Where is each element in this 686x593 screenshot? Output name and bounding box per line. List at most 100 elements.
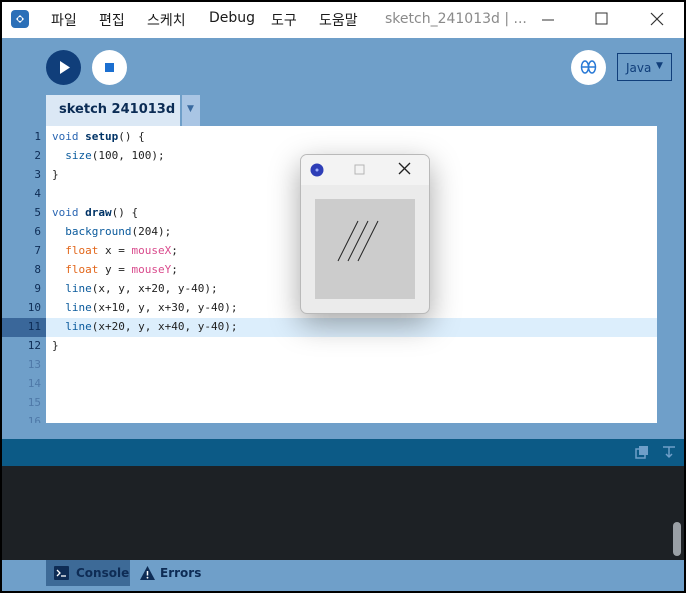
menu-debug[interactable]: Debug — [209, 10, 255, 26]
code-line[interactable]: size(100, 100); — [52, 149, 165, 162]
toolbar: Java ▼ — [2, 38, 684, 96]
sketch-maximize-button[interactable] — [353, 163, 367, 177]
code-token: } — [52, 339, 59, 352]
run-button[interactable] — [46, 50, 81, 85]
line-number: 10 — [27, 301, 41, 314]
line-number: 9 — [34, 282, 41, 295]
stop-button[interactable] — [92, 50, 127, 85]
menu-sketch[interactable]: 스케치 — [147, 10, 186, 30]
menu-edit[interactable]: 편집 — [99, 10, 125, 30]
console-output — [2, 466, 684, 560]
code-line[interactable]: background(204); — [52, 225, 171, 238]
play-icon — [60, 61, 70, 74]
window-title: sketch_241013d | ... — [385, 11, 527, 27]
debugger-button[interactable] — [571, 50, 606, 85]
line-number: 8 — [34, 263, 41, 276]
editor-scrollbar[interactable] — [657, 126, 684, 423]
code-token: line — [65, 282, 92, 295]
code-token: mouseX — [131, 244, 172, 257]
tab-label: sketch 241013d — [59, 102, 176, 117]
code-line[interactable]: line(x, y, x+20, y-40); — [52, 282, 218, 295]
code-token: (100, 100); — [91, 149, 165, 162]
code-token: (204); — [131, 225, 172, 238]
chevron-down-icon: ▼ — [187, 104, 194, 114]
code-line[interactable]: } — [52, 168, 59, 181]
console-header — [2, 439, 684, 466]
stop-icon — [105, 63, 114, 72]
code-token: setup — [85, 130, 119, 143]
processing-ide-window: 파일 편집 스케치 Debug 도구 도움말 sketch_241013d | … — [2, 2, 684, 591]
code-token: float — [65, 244, 99, 257]
menu-tools[interactable]: 도구 — [271, 10, 297, 30]
minimize-button[interactable] — [533, 8, 563, 32]
line-number: 3 — [34, 168, 41, 181]
maximize-button[interactable] — [586, 8, 616, 32]
sketch-title-bar — [301, 155, 429, 185]
code-token: (x+10, y, x+30, y-40); — [91, 301, 238, 314]
code-line[interactable]: } — [52, 339, 59, 352]
clear-console-icon[interactable] — [661, 444, 677, 460]
code-token: } — [52, 168, 59, 181]
code-token: ; — [171, 263, 178, 276]
code-token: void — [52, 130, 86, 143]
menu-help[interactable]: 도움말 — [319, 10, 358, 30]
terminal-icon — [54, 566, 69, 580]
code-token: () { — [111, 206, 139, 219]
chevron-down-icon: ▼ — [656, 61, 663, 71]
mode-label: Java — [626, 61, 652, 75]
code-line[interactable]: void setup() { — [52, 130, 145, 143]
tab-console[interactable]: Console — [46, 560, 130, 586]
code-line[interactable]: void draw() { — [52, 206, 138, 219]
code-token: background — [65, 225, 132, 238]
sketch-output-window[interactable] — [300, 154, 430, 314]
code-token: (x, y, x+20, y-40); — [91, 282, 218, 295]
code-token: ; — [171, 244, 178, 257]
code-token: size — [65, 149, 92, 162]
line-number: 1 — [34, 130, 41, 143]
code-token: y = — [98, 263, 132, 276]
processing-app-icon — [310, 163, 324, 177]
code-token: line — [65, 320, 92, 333]
mode-selector[interactable]: Java ▼ — [617, 53, 672, 81]
code-line[interactable]: float y = mouseY; — [52, 263, 178, 276]
line-number: 11 — [27, 320, 41, 333]
line-number: 5 — [34, 206, 41, 219]
code-token: float — [65, 263, 99, 276]
line-number: 4 — [34, 187, 41, 200]
line-number: 6 — [34, 225, 41, 238]
line-number: 12 — [27, 339, 41, 352]
menu-file[interactable]: 파일 — [51, 10, 77, 30]
code-line[interactable]: line(x+20, y, x+40, y-40); — [52, 320, 237, 333]
code-line[interactable]: float x = mouseX; — [52, 244, 178, 257]
drawn-line-1 — [337, 220, 359, 262]
close-button[interactable] — [642, 8, 672, 32]
drawn-line-3 — [357, 220, 379, 262]
sketch-close-button[interactable] — [398, 162, 412, 176]
tab-sketch[interactable]: sketch 241013d — [46, 95, 180, 126]
line-number: 16 — [27, 415, 41, 423]
sketch-canvas[interactable] — [315, 199, 415, 299]
editor-footer — [2, 423, 684, 439]
console-scrollbar[interactable] — [673, 522, 681, 556]
code-token: mouseY — [131, 263, 172, 276]
code-token: line — [65, 301, 92, 314]
line-number: 7 — [34, 244, 41, 257]
code-token: () { — [118, 130, 145, 143]
line-number: 2 — [34, 149, 41, 162]
console-tab-label: Console — [76, 566, 130, 580]
line-number: 14 — [27, 377, 41, 390]
line-number-gutter: 1 2 3 4 5 6 7 8 9 10 11 12 13 14 15 16 — [2, 126, 46, 423]
tab-menu-button[interactable]: ▼ — [182, 95, 200, 126]
menu-bar: 파일 편집 스케치 Debug 도구 도움말 sketch_241013d | … — [2, 2, 684, 38]
code-token: draw — [85, 206, 112, 219]
code-token: void — [52, 206, 86, 219]
code-line[interactable]: line(x+10, y, x+30, y-40); — [52, 301, 237, 314]
copy-icon[interactable] — [634, 444, 650, 460]
